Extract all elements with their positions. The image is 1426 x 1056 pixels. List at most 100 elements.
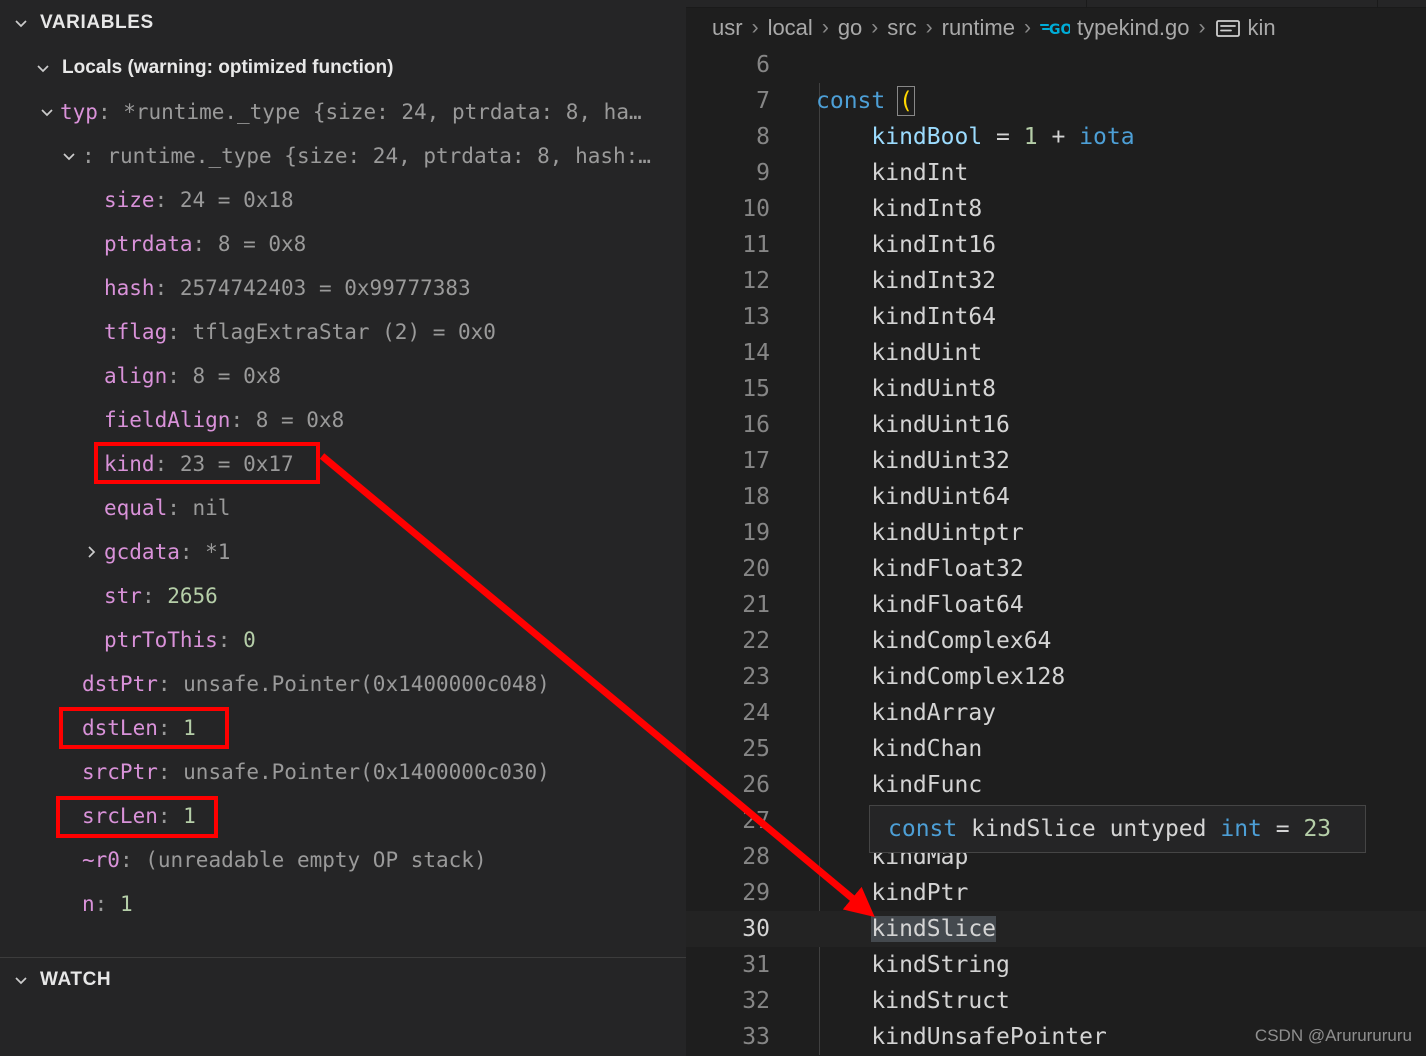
code-line[interactable]: 26 kindFunc bbox=[686, 767, 1426, 803]
code-line[interactable]: 20 kindFloat32 bbox=[686, 551, 1426, 587]
variable-row[interactable]: : runtime._type {size: 24, ptrdata: 8, h… bbox=[0, 134, 686, 178]
breadcrumb-item[interactable]: local bbox=[768, 15, 813, 41]
variable-row[interactable]: dstLen: 1 bbox=[0, 706, 686, 750]
variable-label: srcLen: 1 bbox=[82, 794, 196, 838]
line-number: 6 bbox=[756, 52, 770, 78]
code-text: kindUintptr bbox=[792, 515, 1023, 551]
code-text: kindStruct bbox=[792, 983, 1010, 1019]
code-text: const ( bbox=[792, 83, 915, 119]
editor-tabbar[interactable] bbox=[686, 0, 1426, 8]
breadcrumb-item[interactable]: go bbox=[838, 15, 862, 41]
variable-row[interactable]: ptrToThis: 0 bbox=[0, 618, 686, 662]
code-line[interactable]: 32 kindStruct bbox=[686, 983, 1426, 1019]
code-line[interactable]: 29 kindPtr bbox=[686, 875, 1426, 911]
variable-row[interactable]: ptrdata: 8 = 0x8 bbox=[0, 222, 686, 266]
variable-row[interactable]: typ: *runtime._type {size: 24, ptrdata: … bbox=[0, 90, 686, 134]
code-line[interactable]: 19 kindUintptr bbox=[686, 515, 1426, 551]
code-token: kindUint16 bbox=[816, 412, 1010, 438]
chevron-down-icon[interactable] bbox=[12, 971, 30, 989]
variable-row[interactable]: equal: nil bbox=[0, 486, 686, 530]
variable-value: 1 bbox=[119, 892, 133, 916]
variable-row[interactable]: n: 1 bbox=[0, 882, 686, 926]
variable-separator: : bbox=[167, 364, 193, 388]
code-line[interactable]: 23 kindComplex128 bbox=[686, 659, 1426, 695]
code-line[interactable]: 15 kindUint8 bbox=[686, 371, 1426, 407]
code-line[interactable]: 12 kindInt32 bbox=[686, 263, 1426, 299]
chevron-down-icon[interactable] bbox=[34, 103, 60, 121]
variable-row[interactable]: align: 8 = 0x8 bbox=[0, 354, 686, 398]
code-line-active[interactable]: 30 kindSlice bbox=[686, 911, 1426, 947]
variables-tree[interactable]: typ: *runtime._type {size: 24, ptrdata: … bbox=[0, 90, 686, 926]
chevron-down-icon[interactable] bbox=[12, 14, 30, 32]
code-token: kindString bbox=[816, 952, 1010, 978]
breadcrumb-item[interactable]: kin bbox=[1248, 15, 1276, 41]
variable-row[interactable]: dstPtr: unsafe.Pointer(0x1400000c048) bbox=[0, 662, 686, 706]
code-line[interactable]: 6 bbox=[686, 47, 1426, 83]
variable-separator: : bbox=[167, 320, 193, 344]
breadcrumb-item[interactable]: usr bbox=[712, 15, 743, 41]
variable-row[interactable]: tflag: tflagExtraStar (2) = 0x0 bbox=[0, 310, 686, 354]
variable-row[interactable]: str: 2656 bbox=[0, 574, 686, 618]
scope-locals-row[interactable]: Locals (warning: optimized function) bbox=[0, 46, 686, 90]
code-line[interactable]: 24 kindArray bbox=[686, 695, 1426, 731]
code-line[interactable]: 13 kindInt64 bbox=[686, 299, 1426, 335]
watch-pane-title: WATCH bbox=[40, 969, 112, 990]
variable-row[interactable]: fieldAlign: 8 = 0x8 bbox=[0, 398, 686, 442]
variable-label: typ: *runtime._type {size: 24, ptrdata: … bbox=[60, 90, 642, 134]
code-token: kindFloat32 bbox=[816, 556, 1024, 582]
watch-pane-header[interactable]: WATCH bbox=[0, 958, 686, 1002]
code-text: kindInt64 bbox=[792, 299, 996, 335]
variable-value: 8 = 0x8 bbox=[217, 232, 307, 256]
code-line[interactable]: 25 kindChan bbox=[686, 731, 1426, 767]
variable-row[interactable]: gcdata: *1 bbox=[0, 530, 686, 574]
variable-row[interactable]: srcLen: 1 bbox=[0, 794, 686, 838]
variable-separator: : bbox=[82, 144, 108, 168]
code-line[interactable]: 22 kindComplex64 bbox=[686, 623, 1426, 659]
code-line[interactable]: 11 kindInt16 bbox=[686, 227, 1426, 263]
code-line[interactable]: 7 const ( bbox=[686, 83, 1426, 119]
code-line[interactable]: 8 kindBool = 1 + iota bbox=[686, 119, 1426, 155]
breadcrumb-item[interactable]: typekind.go bbox=[1077, 15, 1190, 41]
code-line[interactable]: 14 kindUint bbox=[686, 335, 1426, 371]
code-token: kindComplex128 bbox=[816, 664, 1066, 690]
chevron-down-icon[interactable] bbox=[34, 59, 52, 77]
variable-name: fieldAlign bbox=[104, 408, 231, 432]
code-text: kindPtr bbox=[792, 875, 968, 911]
code-line[interactable]: 17 kindUint32 bbox=[686, 443, 1426, 479]
line-number: 8 bbox=[756, 124, 770, 150]
variable-row[interactable]: hash: 2574742403 = 0x99777383 bbox=[0, 266, 686, 310]
variable-value: tflagExtraStar (2) = 0x0 bbox=[192, 320, 496, 344]
variable-row[interactable]: ~r0: (unreadable empty OP stack) bbox=[0, 838, 686, 882]
code-editor[interactable]: 6 7 const (8 kindBool = 1 + iota 9 kindInt 1… bbox=[686, 47, 1426, 1056]
variable-row[interactable]: kind: 23 = 0x17 bbox=[0, 442, 686, 486]
line-number: 7 bbox=[756, 88, 770, 114]
code-line[interactable]: 16 kindUint16 bbox=[686, 407, 1426, 443]
variable-name: tflag bbox=[104, 320, 168, 344]
code-line[interactable]: 9 kindInt bbox=[686, 155, 1426, 191]
code-line[interactable]: 10 kindInt8 bbox=[686, 191, 1426, 227]
chevron-down-icon[interactable] bbox=[56, 147, 82, 165]
line-number: 19 bbox=[742, 520, 770, 546]
variable-row[interactable]: srcPtr: unsafe.Pointer(0x1400000c030) bbox=[0, 750, 686, 794]
variables-pane-header[interactable]: VARIABLES bbox=[0, 0, 686, 46]
variable-name: align bbox=[104, 364, 168, 388]
code-token: kindBool bbox=[871, 124, 983, 150]
variable-value: *runtime._type {size: 24, ptrdata: 8, ha… bbox=[123, 100, 642, 124]
breadcrumb[interactable]: usr › local › go › src › runtime › GO typekind.go › k… bbox=[686, 8, 1426, 47]
code-line[interactable]: 18 kindUint64 bbox=[686, 479, 1426, 515]
breadcrumb-item[interactable]: runtime bbox=[942, 15, 1015, 41]
variable-row[interactable]: size: 24 = 0x18 bbox=[0, 178, 686, 222]
code-token: iota bbox=[1079, 124, 1135, 150]
code-line[interactable]: 31 kindString bbox=[686, 947, 1426, 983]
code-line[interactable]: 21 kindFloat64 bbox=[686, 587, 1426, 623]
variable-label: gcdata: *1 bbox=[104, 530, 230, 574]
chevron-right-icon[interactable] bbox=[78, 543, 104, 561]
tab-edge bbox=[1086, 0, 1087, 7]
variable-value: 23 = 0x17 bbox=[179, 452, 294, 476]
code-token: kindPtr bbox=[816, 880, 969, 906]
code-token: const bbox=[816, 88, 886, 114]
breadcrumb-item[interactable]: src bbox=[887, 15, 916, 41]
